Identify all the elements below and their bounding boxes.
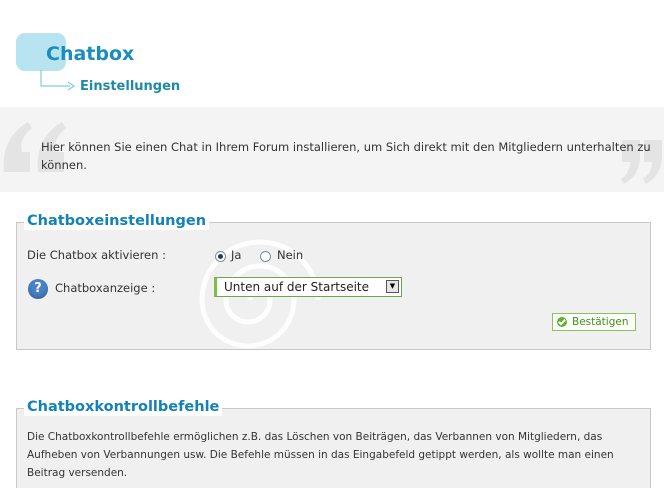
- commands-legend: Chatboxkontrollbefehle: [24, 398, 223, 416]
- arrow-icon: [40, 70, 76, 91]
- confirm-button[interactable]: Bestätigen: [552, 313, 636, 331]
- radio-yes[interactable]: [215, 251, 226, 262]
- help-icon[interactable]: ?: [28, 279, 48, 299]
- commands-text: Die Chatboxkontrollbefehle ermöglichen z…: [27, 431, 614, 479]
- confirm-button-label: Bestätigen: [572, 316, 629, 328]
- page-subtitle: Einstellungen: [80, 79, 181, 94]
- display-label: Chatboxanzeige :: [55, 281, 156, 295]
- radio-no-label[interactable]: Nein: [277, 248, 303, 262]
- activate-label: Die Chatbox aktivieren :: [27, 248, 166, 262]
- radio-no[interactable]: [260, 251, 271, 262]
- display-select-value: Unten auf der Startseite: [224, 280, 370, 294]
- intro-text: Hier können Sie einen Chat in Ihrem Foru…: [41, 140, 651, 172]
- check-icon: [557, 317, 567, 327]
- page-title: Chatbox: [46, 43, 135, 65]
- settings-legend: Chatboxeinstellungen: [24, 212, 210, 230]
- radio-yes-label[interactable]: Ja: [231, 248, 241, 262]
- chevron-down-icon[interactable]: ▼: [386, 280, 399, 293]
- display-select[interactable]: Unten auf der Startseite ▼: [214, 277, 402, 297]
